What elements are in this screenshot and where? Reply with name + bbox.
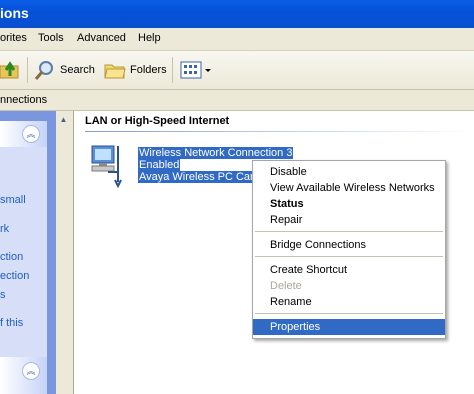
scroll-up-icon[interactable]: ▲ — [58, 115, 69, 126]
views-button[interactable] — [180, 60, 212, 80]
search-label: Search — [60, 64, 95, 76]
task-pane: ︽ small rk ction ection s f this ︽ — [0, 111, 56, 394]
toolbar: Search Folders — [0, 51, 474, 90]
menu-item-label: Bridge Connections — [270, 239, 367, 251]
menu-tools[interactable]: Tools — [38, 32, 64, 44]
context-menu: Disable View Available Wireless Networks… — [252, 160, 446, 339]
up-folder-button[interactable] — [0, 60, 22, 80]
task-link[interactable]: ection — [0, 270, 29, 282]
search-button[interactable]: Search — [34, 60, 95, 80]
menu-item-properties[interactable]: Properties — [253, 319, 445, 335]
menu-separator — [255, 313, 443, 314]
menu-item-label: Properties — [270, 321, 321, 333]
task-link[interactable]: f this — [0, 317, 23, 329]
title-bar: ions — [0, 0, 474, 28]
group-divider — [85, 131, 474, 132]
folders-icon — [104, 64, 126, 79]
menu-item-label: Create Shortcut — [270, 264, 348, 276]
pane-splitter[interactable]: ▲ — [56, 111, 74, 394]
menu-item-status[interactable]: Status — [253, 196, 445, 212]
collapse-up-icon[interactable]: ︽ — [22, 125, 40, 143]
up-folder-icon — [0, 61, 19, 79]
folders-button[interactable]: Folders — [104, 60, 167, 80]
menu-favorites[interactable]: orites — [0, 32, 27, 44]
network-connection-icon[interactable] — [88, 142, 128, 190]
task-link[interactable]: s — [0, 289, 6, 301]
toolbar-divider — [172, 57, 173, 83]
task-box: ︽ small rk ction ection s f this — [0, 121, 47, 361]
menu-item-label: Disable — [270, 166, 307, 178]
menu-item-label: Delete — [270, 280, 302, 292]
menu-item-disable[interactable]: Disable — [253, 164, 445, 180]
menu-item-create-shortcut[interactable]: Create Shortcut — [253, 262, 445, 278]
menu-separator — [255, 256, 443, 257]
group-header: LAN or High-Speed Internet — [85, 115, 230, 127]
menu-item-bridge-connections[interactable]: Bridge Connections — [253, 237, 445, 253]
toolbar-divider — [27, 57, 28, 83]
task-link[interactable]: ction — [0, 251, 23, 263]
task-link[interactable]: small — [0, 194, 26, 206]
connection-status: Enabled — [138, 159, 181, 171]
menu-help[interactable]: Help — [138, 32, 161, 44]
task-link[interactable]: rk — [0, 223, 9, 235]
menu-item-view-wireless-networks[interactable]: View Available Wireless Networks — [253, 180, 445, 196]
connection-name: Wireless Network Connection 3 — [138, 147, 294, 159]
folders-label: Folders — [130, 64, 167, 76]
task-box-2-header[interactable]: ︽ — [0, 357, 47, 394]
menu-item-rename[interactable]: Rename — [253, 294, 445, 310]
menu-item-delete: Delete — [253, 278, 445, 294]
search-icon — [34, 61, 53, 80]
menu-advanced[interactable]: Advanced — [77, 32, 126, 44]
menu-item-label: Status — [270, 198, 304, 210]
address-text: nnections — [0, 94, 48, 106]
menu-item-label: Repair — [270, 214, 303, 226]
menu-separator — [255, 231, 443, 232]
connection-device: Avaya Wireless PC Card — [138, 171, 261, 183]
address-bar: nnections — [0, 90, 474, 111]
window-title: ions — [0, 5, 29, 21]
menu-bar: orites Tools Advanced Help — [0, 28, 474, 51]
task-box-header[interactable]: ︽ — [0, 121, 47, 147]
collapse-up-icon[interactable]: ︽ — [22, 362, 40, 380]
menu-item-label: View Available Wireless Networks — [270, 182, 435, 194]
menu-item-repair[interactable]: Repair — [253, 212, 445, 228]
menu-item-label: Rename — [270, 296, 312, 308]
views-icon — [180, 61, 211, 79]
